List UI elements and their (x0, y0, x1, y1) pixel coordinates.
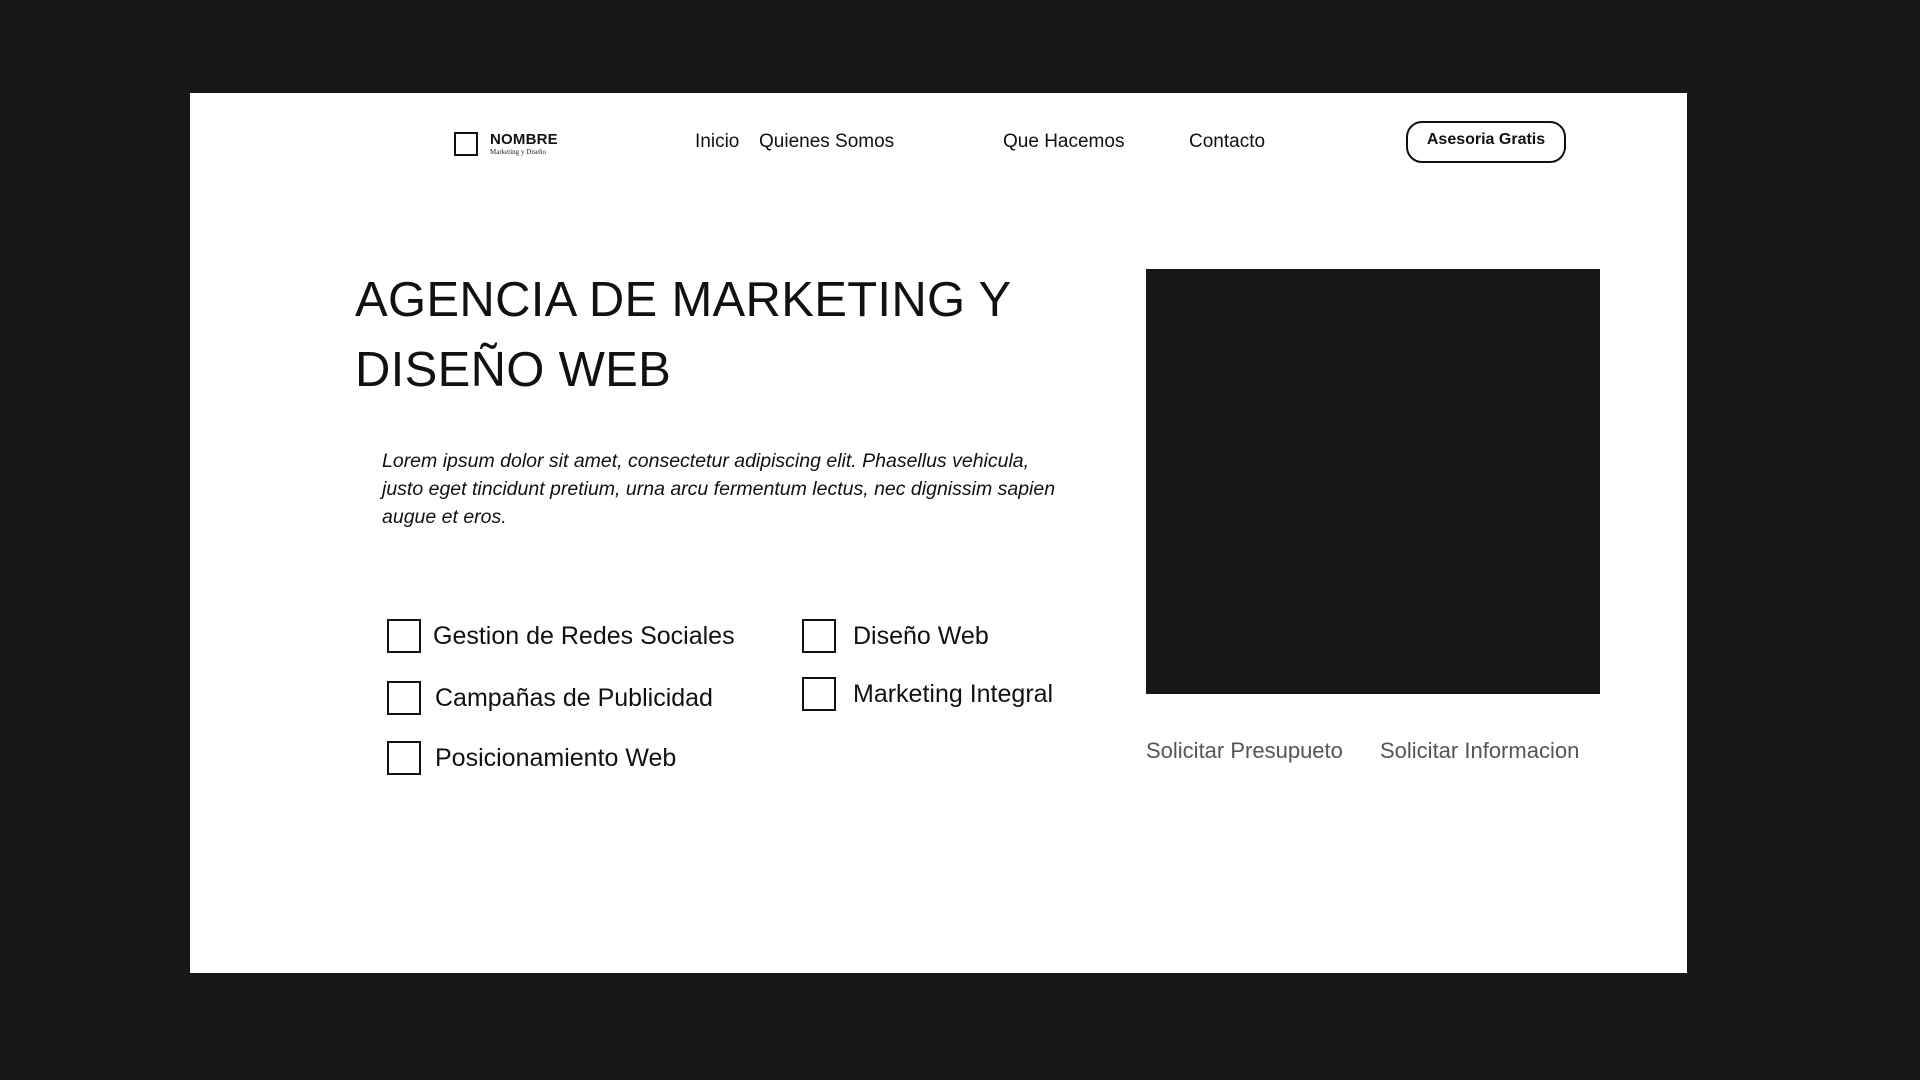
logo-text: NOMBRE Marketing y Diseño (490, 132, 558, 156)
landing-page: NOMBRE Marketing y Diseño Inicio Quienes… (190, 93, 1687, 973)
service-option-marketing-integral[interactable]: Marketing Integral (802, 677, 1053, 711)
checkbox[interactable] (387, 681, 421, 715)
service-option-diseno-web[interactable]: Diseño Web (802, 619, 989, 653)
logo-square-icon (454, 132, 478, 156)
logo-name: NOMBRE (490, 131, 558, 148)
nav-item-contacto[interactable]: Contacto (1189, 131, 1265, 153)
nav-item-que-hacemos[interactable]: Que Hacemos (1003, 131, 1124, 153)
service-option-redes-sociales[interactable]: Gestion de Redes Sociales (387, 619, 735, 653)
checkbox[interactable] (387, 619, 421, 653)
checkbox[interactable] (802, 677, 836, 711)
service-option-posicionamiento[interactable]: Posicionamiento Web (387, 741, 676, 775)
nav-item-quienes-somos[interactable]: Quienes Somos (759, 131, 894, 153)
page-title: AGENCIA DE MARKETING Y DISEÑO WEB (355, 273, 1011, 397)
asesoria-gratis-button[interactable]: Asesoria Gratis (1406, 121, 1566, 163)
nav-item-inicio[interactable]: Inicio (695, 131, 739, 153)
logo[interactable]: NOMBRE Marketing y Diseño (454, 132, 558, 156)
logo-tagline: Marketing y Diseño (490, 148, 546, 156)
hero-image-placeholder (1146, 269, 1600, 694)
service-label: Diseño Web (853, 621, 989, 650)
service-label: Campañas de Publicidad (435, 683, 713, 712)
checkbox[interactable] (802, 619, 836, 653)
solicitar-informacion-link[interactable]: Solicitar Informacion (1380, 738, 1579, 764)
service-label: Posicionamiento Web (435, 743, 677, 772)
service-label: Gestion de Redes Sociales (433, 621, 735, 650)
hero-description: Lorem ipsum dolor sit amet, consectetur … (382, 450, 1056, 528)
checkbox[interactable] (387, 741, 421, 775)
solicitar-presupuesto-link[interactable]: Solicitar Presupueto (1146, 738, 1343, 764)
service-option-publicidad[interactable]: Campañas de Publicidad (387, 681, 713, 715)
service-label: Marketing Integral (853, 679, 1054, 708)
